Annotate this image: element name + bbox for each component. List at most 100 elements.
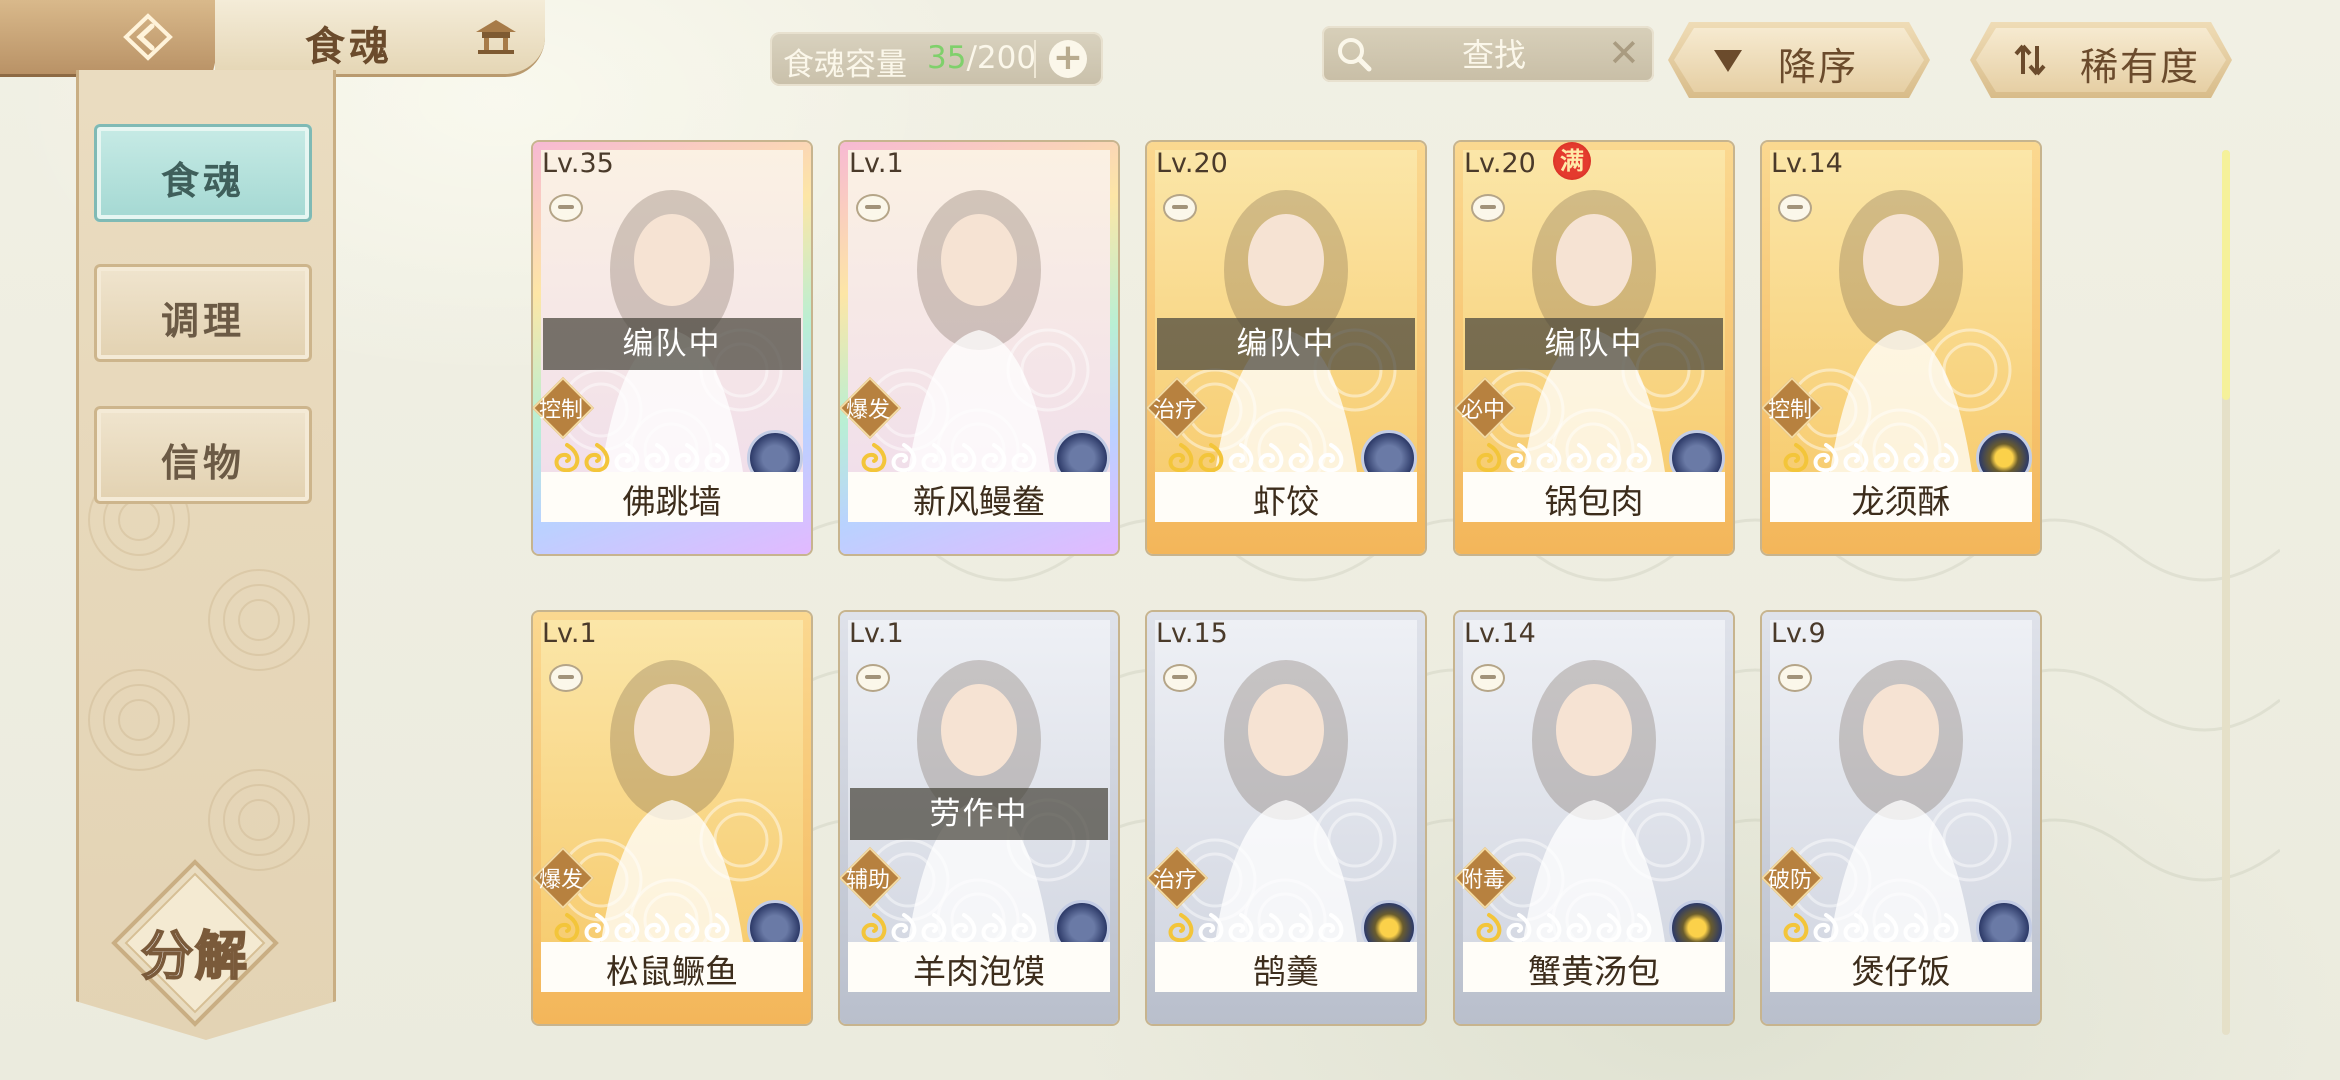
capacity-current: 35: [927, 40, 967, 76]
tab-label: 食魂: [160, 159, 245, 203]
food-soul-card[interactable]: Lv.15 治疗 鹄羹: [1147, 612, 1425, 1024]
capacity-divider: [1034, 40, 1036, 78]
tab-tokens[interactable]: 信物: [94, 406, 312, 504]
add-capacity-button[interactable]: +: [1049, 40, 1087, 78]
food-soul-card[interactable]: Lv.35 编队中 控制 佛跳墙: [533, 142, 811, 554]
star-empty-icon: [614, 443, 640, 472]
star-empty-icon: [921, 443, 947, 472]
star-empty-icon: [1843, 443, 1869, 472]
sort-key-label: 稀有度: [2080, 45, 2201, 89]
back-tab: [0, 0, 230, 77]
role-badge: 治疗: [1147, 376, 1209, 440]
card-name: 佛跳墙: [622, 482, 722, 521]
sort-order-button[interactable]: 降序: [1668, 22, 1930, 98]
card-level: Lv.35: [542, 148, 614, 179]
swap-arrows-icon: [2014, 44, 2046, 76]
star-filled-icon: [554, 443, 580, 472]
star-empty-icon: [1933, 913, 1959, 942]
food-soul-card[interactable]: Lv.14 附毒 蟹黄汤包: [1455, 612, 1733, 1024]
star-empty-icon: [1506, 913, 1532, 942]
role-label: 治疗: [1152, 868, 1197, 893]
star-filled-icon: [1783, 913, 1809, 942]
star-empty-icon: [1626, 913, 1652, 942]
coin-icon: [1778, 664, 1812, 692]
star-empty-icon: [1011, 913, 1037, 942]
food-soul-card[interactable]: Lv.9 破防 煲仔饭: [1762, 612, 2040, 1024]
star-empty-icon: [1506, 443, 1532, 472]
star-empty-icon: [1536, 443, 1562, 472]
coin-icon: [549, 194, 583, 222]
star-rating: [553, 442, 731, 476]
star-empty-icon: [1318, 913, 1344, 942]
pavilion-icon[interactable]: [472, 16, 520, 56]
card-level: Lv.20: [1464, 148, 1536, 179]
star-empty-icon: [1228, 443, 1254, 472]
star-filled-icon: [861, 913, 887, 942]
triangle-down-icon: [1714, 50, 1742, 72]
capacity-max: /200: [966, 40, 1037, 76]
star-empty-icon: [1198, 913, 1224, 942]
card-level: Lv.1: [542, 618, 597, 649]
card-level: Lv.14: [1771, 148, 1843, 179]
role-label: 破防: [1767, 868, 1812, 893]
tab-label: 信物: [160, 441, 245, 485]
food-soul-card[interactable]: Lv.14 控制 龙须酥: [1762, 142, 2040, 554]
role-badge: 控制: [1762, 376, 1824, 440]
food-soul-card[interactable]: Lv.1 爆发 松鼠鳜鱼: [533, 612, 811, 1024]
coin-icon: [856, 194, 890, 222]
star-empty-icon: [951, 913, 977, 942]
star-empty-icon: [1903, 913, 1929, 942]
card-level: Lv.1: [849, 148, 904, 179]
search-input[interactable]: [1382, 32, 1606, 78]
star-filled-icon: [1198, 443, 1224, 472]
card-level: Lv.9: [1771, 618, 1826, 649]
coin-icon: [1471, 194, 1505, 222]
star-rating: [1475, 912, 1653, 946]
role-badge: 控制: [533, 376, 595, 440]
role-badge: 辅助: [840, 846, 902, 910]
food-soul-card[interactable]: Lv.1 爆发 新风鳗鲞: [840, 142, 1118, 554]
food-soul-card[interactable]: Lv.20 编队中 治疗 虾饺: [1147, 142, 1425, 554]
scroll-thumb[interactable]: [2222, 150, 2230, 400]
coin-icon: [1471, 664, 1505, 692]
star-empty-icon: [1011, 443, 1037, 472]
tab-cultivate[interactable]: 调理: [94, 264, 312, 362]
card-level: Lv.20: [1156, 148, 1228, 179]
star-filled-icon: [861, 443, 887, 472]
card-name: 煲仔饭: [1851, 952, 1951, 991]
star-empty-icon: [1626, 443, 1652, 472]
star-rating: [1167, 442, 1345, 476]
food-soul-card[interactable]: Lv.1 劳作中 辅助 羊肉泡馍: [840, 612, 1118, 1024]
star-rating: [860, 442, 1038, 476]
decompose-button[interactable]: 分解: [110, 858, 280, 1028]
back-arrow-icon[interactable]: [120, 12, 176, 62]
star-empty-icon: [921, 913, 947, 942]
star-empty-icon: [981, 443, 1007, 472]
sort-key-button[interactable]: 稀有度: [1970, 22, 2232, 98]
role-label: 控制: [1767, 398, 1812, 423]
star-empty-icon: [1596, 913, 1622, 942]
tab-food-souls[interactable]: 食魂: [94, 124, 312, 222]
capacity-label: 食魂容量: [783, 47, 907, 83]
star-empty-icon: [1288, 913, 1314, 942]
star-filled-icon: [1476, 913, 1502, 942]
star-empty-icon: [644, 443, 670, 472]
star-empty-icon: [1228, 913, 1254, 942]
card-name: 蟹黄汤包: [1528, 952, 1660, 991]
star-rating: [1782, 442, 1960, 476]
card-name: 鹄羹: [1253, 952, 1319, 991]
decompose-label: 分解: [140, 926, 249, 988]
star-empty-icon: [1566, 913, 1592, 942]
star-rating: [1167, 912, 1345, 946]
scrollbar[interactable]: [2222, 150, 2230, 1035]
role-badge: 破防: [1762, 846, 1824, 910]
clear-icon[interactable]: ✕: [1608, 34, 1640, 72]
star-empty-icon: [1933, 443, 1959, 472]
star-rating: [860, 912, 1038, 946]
search-box: ✕: [1322, 26, 1654, 82]
max-level-badge: 满: [1553, 142, 1591, 180]
star-empty-icon: [644, 913, 670, 942]
star-empty-icon: [704, 913, 730, 942]
search-icon: [1338, 38, 1372, 72]
food-soul-card[interactable]: Lv.20 满 编队中 必中 锅包肉: [1455, 142, 1733, 554]
